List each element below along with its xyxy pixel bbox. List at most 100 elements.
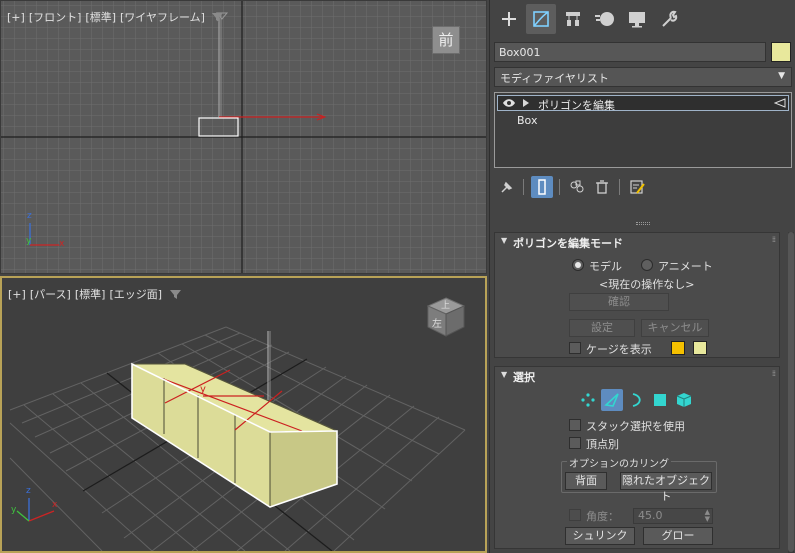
- edge-icon: [604, 393, 619, 407]
- expand-arrow-icon[interactable]: [522, 98, 530, 108]
- angle-checkbox[interactable]: [569, 509, 581, 521]
- tab-hierarchy[interactable]: [558, 4, 588, 34]
- viewport-view-menu[interactable]: [フロント]: [29, 11, 82, 24]
- make-unique-icon: [570, 180, 584, 193]
- toolbar-separator: [619, 179, 620, 195]
- spinner-arrows-icon: ▲ ▼: [704, 508, 710, 523]
- element-level-button[interactable]: [673, 389, 695, 411]
- viewcube-top-label: 上: [441, 301, 451, 311]
- use-stack-selection-checkbox[interactable]: [569, 419, 581, 431]
- viewport-shading-menu[interactable]: [エッジ面]: [109, 288, 162, 301]
- perspective-grid: [9, 326, 466, 551]
- shrink-button[interactable]: シュリンク: [565, 527, 635, 545]
- trash-icon: [596, 180, 608, 194]
- collapse-triangle-icon: ▼: [501, 236, 508, 245]
- use-stack-selection-label: スタック選択を使用: [586, 420, 685, 433]
- drag-handle-icon[interactable]: ⁞⁞: [772, 235, 776, 244]
- vertex-level-button[interactable]: [577, 389, 599, 411]
- cancel-button[interactable]: キャンセル: [641, 319, 709, 337]
- front-viewport-label[interactable]: [+] [フロント] [標準] [ワイヤフレーム]: [7, 9, 224, 25]
- stack-item-box[interactable]: Box: [497, 113, 789, 129]
- front-viewport[interactable]: [+] [フロント] [標準] [ワイヤフレーム] 前 z y x: [0, 0, 487, 274]
- object-color-swatch[interactable]: [771, 42, 791, 62]
- tab-utilities[interactable]: [654, 4, 684, 34]
- viewport-view-menu[interactable]: [パース]: [30, 288, 71, 301]
- filter-icon[interactable]: [169, 289, 181, 300]
- tab-motion[interactable]: [590, 4, 620, 34]
- modifier-list-label: モディファイヤリスト: [500, 72, 609, 85]
- selection-rollout: ▼ 選択 ⁞⁞ スタック選択を使用 頂点別 オプションのカリング 背面 隠れたオ…: [494, 366, 780, 549]
- model-radio[interactable]: [572, 259, 584, 271]
- backface-button[interactable]: 背面: [565, 472, 607, 490]
- viewport-shading-preset-menu[interactable]: [標準]: [85, 11, 116, 24]
- stack-item-label: ポリゴンを編集: [538, 99, 615, 112]
- motion-icon: [595, 12, 614, 26]
- settings-button[interactable]: 設定: [569, 319, 635, 337]
- angle-value: 45.0: [638, 509, 663, 522]
- viewcube-perspective[interactable]: 上 左: [426, 296, 466, 338]
- angle-label: 角度：: [586, 510, 619, 523]
- cage-color-swatch-2[interactable]: [693, 341, 707, 355]
- border-level-button[interactable]: [625, 389, 647, 411]
- show-cage-checkbox[interactable]: [569, 342, 581, 354]
- viewport-shading-preset-menu[interactable]: [標準]: [75, 288, 106, 301]
- command-panel-scrollbar[interactable]: [788, 232, 794, 553]
- front-grid: [1, 1, 486, 273]
- edit-poly-mode-rollout: ▼ ポリゴンを編集モード ⁞⁞ モデル アニメート <現在の操作なし> 確認 設…: [494, 232, 780, 358]
- modify-icon: [533, 11, 549, 27]
- remove-modifier-button[interactable]: [591, 176, 613, 198]
- by-vertex-checkbox[interactable]: [569, 437, 581, 449]
- viewcube-front[interactable]: 前: [432, 26, 460, 54]
- show-end-result-button[interactable]: [531, 176, 553, 198]
- gizmo-y-label: y: [200, 384, 206, 395]
- triangle-left-icon: [774, 98, 786, 108]
- animate-label: アニメート: [658, 260, 713, 273]
- culling-options-label: オプションのカリング: [567, 455, 671, 470]
- viewport-plus-menu[interactable]: [+]: [7, 11, 25, 24]
- occluded-button[interactable]: 隠れたオブジェクト: [620, 472, 712, 503]
- front-axis-y-label: y: [26, 236, 32, 246]
- persp-axis-z-label: z: [26, 486, 31, 496]
- display-icon: [629, 12, 645, 28]
- show-cage-label: ケージを表示: [586, 343, 652, 356]
- edit-poly-mode-rollout-header[interactable]: ▼ ポリゴンを編集モード ⁞⁞: [495, 233, 779, 251]
- plus-icon: [502, 12, 516, 26]
- configure-modifier-sets-button[interactable]: [626, 176, 648, 198]
- commit-button[interactable]: 確認: [569, 293, 669, 311]
- animate-radio[interactable]: [641, 259, 653, 271]
- filter-icon[interactable]: [212, 12, 224, 23]
- viewport-plus-menu[interactable]: [+]: [8, 288, 26, 301]
- scrollbar-thumb[interactable]: [788, 232, 794, 552]
- cage-color-swatch-1[interactable]: [671, 341, 685, 355]
- tab-modify[interactable]: [526, 4, 556, 34]
- front-axis-x-label: x: [59, 239, 65, 249]
- command-panel: モディファイヤリスト ▼ ポリゴンを編集 Box: [489, 0, 795, 553]
- tab-create[interactable]: [494, 4, 524, 34]
- perspective-viewport-label[interactable]: [+] [パース] [標準] [エッジ面]: [8, 286, 181, 302]
- pin-icon: [501, 181, 513, 193]
- stack-item-edit-poly[interactable]: ポリゴンを編集: [497, 95, 789, 112]
- modifier-list-dropdown[interactable]: モディファイヤリスト ▼: [494, 67, 792, 87]
- grow-button[interactable]: グロー: [643, 527, 713, 545]
- wrench-icon: [662, 10, 678, 27]
- drag-handle-icon[interactable]: ⁞⁞: [772, 369, 776, 378]
- angle-spinner[interactable]: 45.0 ▲ ▼: [633, 508, 713, 524]
- modifier-stack: ポリゴンを編集 Box: [494, 92, 792, 168]
- chevron-down-icon: ▼: [778, 71, 785, 81]
- eye-icon[interactable]: [502, 98, 516, 108]
- front-axis-z-label: z: [27, 211, 32, 221]
- object-name-row: [494, 42, 791, 62]
- stack-item-label: Box: [517, 114, 538, 127]
- tab-display[interactable]: [622, 4, 652, 34]
- pin-stack-button[interactable]: [496, 176, 518, 198]
- selection-rollout-header[interactable]: ▼ 選択 ⁞⁞: [495, 367, 779, 385]
- object-name-input[interactable]: [494, 42, 766, 62]
- make-unique-button[interactable]: [566, 176, 588, 198]
- perspective-viewport[interactable]: [+] [パース] [標準] [エッジ面] 上 左 y z y x: [0, 276, 487, 553]
- panel-resize-grip[interactable]: [636, 222, 650, 225]
- polygon-icon: [654, 394, 666, 406]
- polygon-level-button[interactable]: [649, 389, 671, 411]
- edge-level-button[interactable]: [601, 389, 623, 411]
- viewport-shading-menu[interactable]: [ワイヤフレーム]: [120, 11, 205, 24]
- rollout-title: 選択: [513, 371, 535, 384]
